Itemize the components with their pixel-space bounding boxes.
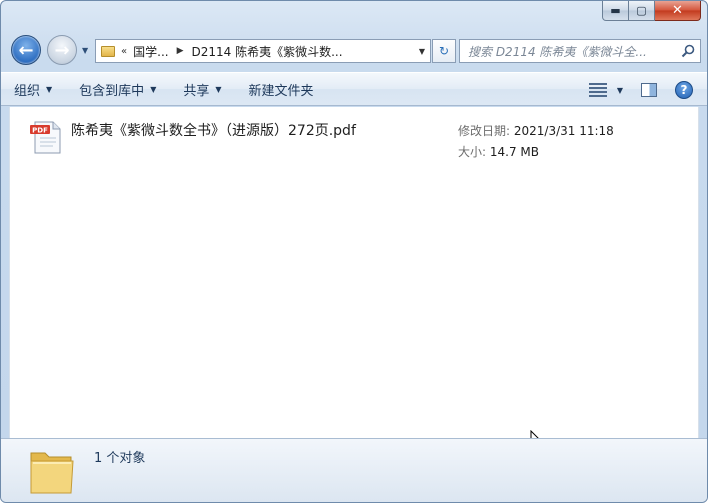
address-dropdown[interactable]: ▼ — [414, 40, 430, 62]
minimize-button[interactable]: ▬ — [602, 1, 629, 21]
breadcrumb-overflow-chevron[interactable]: « — [121, 46, 127, 57]
refresh-button[interactable]: ↻ — [432, 39, 456, 63]
new-folder-label: 新建文件夹 — [248, 83, 314, 99]
organize-menu[interactable]: 组织 ▼ — [1, 72, 66, 106]
details-pane: 1 个对象 — [1, 438, 707, 502]
address-bar[interactable]: « 国学... ▶ D2114 陈希夷《紫微斗数... ▼ — [95, 39, 431, 63]
include-in-library-label: 包含到库中 — [79, 83, 145, 99]
arrow-right-icon: → — [54, 39, 70, 61]
search-placeholder: 搜索 D2114 陈希夷《紫微斗全... — [468, 44, 647, 59]
file-list-area[interactable]: PDF 陈希夷《紫微斗数全书》（进源版）272页.pdf 修改日期: 2021/… — [9, 107, 699, 451]
modified-date: 2021/3/31 11:18 — [513, 124, 614, 138]
file-details: 修改日期: 2021/3/31 11:18 大小: 14.7 MB — [458, 121, 614, 163]
new-folder-button[interactable]: 新建文件夹 — [236, 72, 328, 106]
file-name[interactable]: 陈希夷《紫微斗数全书》（进源版）272页.pdf — [71, 120, 356, 140]
size-label: 大小: — [458, 145, 487, 159]
explorer-window: ▬ ▢ ✕ ← → ▼ « 国学... ▶ D2114 陈希夷《紫微斗数... … — [0, 0, 708, 503]
organize-label: 组织 — [14, 83, 41, 99]
preview-pane-icon[interactable] — [641, 83, 657, 97]
search-icon[interactable] — [681, 44, 695, 58]
item-count: 1 个对象 — [94, 451, 146, 466]
file-item[interactable]: PDF 陈希夷《紫微斗数全书》（进源版）272页.pdf — [27, 117, 447, 157]
maximize-button[interactable]: ▢ — [629, 1, 655, 21]
share-menu[interactable]: 共享 ▼ — [170, 72, 235, 106]
folder-icon — [101, 45, 115, 57]
modified-label: 修改日期: — [458, 124, 511, 138]
back-button[interactable]: ← — [11, 35, 41, 65]
breadcrumb-item[interactable]: 国学... — [133, 43, 168, 60]
breadcrumb-separator-icon[interactable]: ▶ — [177, 46, 184, 56]
view-list-icon — [588, 83, 607, 97]
chevron-down-icon: ▼ — [215, 84, 222, 94]
chevron-down-icon: ▼ — [46, 84, 53, 94]
refresh-icon: ↻ — [438, 44, 450, 58]
help-icon[interactable]: ? — [675, 81, 693, 99]
search-input[interactable]: 搜索 D2114 陈希夷《紫微斗全... — [459, 39, 701, 63]
command-bar: 组织 ▼ 包含到库中 ▼ 共享 ▼ 新建文件夹 ▼ ? — [1, 72, 707, 106]
file-size: 14.7 MB — [489, 145, 539, 159]
change-view-button[interactable]: ▼ — [588, 83, 623, 97]
navigation-row: ← → ▼ « 国学... ▶ D2114 陈希夷《紫微斗数... ▼ ↻ 搜索… — [9, 33, 701, 67]
pdf-file-icon: PDF — [30, 121, 61, 154]
forward-button[interactable]: → — [47, 35, 77, 65]
folder-icon — [30, 452, 74, 494]
arrow-left-icon: ← — [18, 39, 34, 61]
chevron-down-icon: ▼ — [150, 84, 157, 94]
close-button[interactable]: ✕ — [655, 1, 701, 21]
caption-buttons: ▬ ▢ ✕ — [602, 1, 701, 22]
breadcrumb-item[interactable]: D2114 陈希夷《紫微斗数... — [192, 43, 343, 60]
include-in-library-menu[interactable]: 包含到库中 ▼ — [66, 72, 170, 106]
svg-text:PDF: PDF — [32, 127, 48, 135]
share-label: 共享 — [183, 83, 210, 99]
view-controls: ▼ ? — [588, 73, 693, 107]
recent-pages-dropdown[interactable]: ▼ — [82, 46, 88, 55]
chevron-down-icon: ▼ — [616, 85, 623, 95]
